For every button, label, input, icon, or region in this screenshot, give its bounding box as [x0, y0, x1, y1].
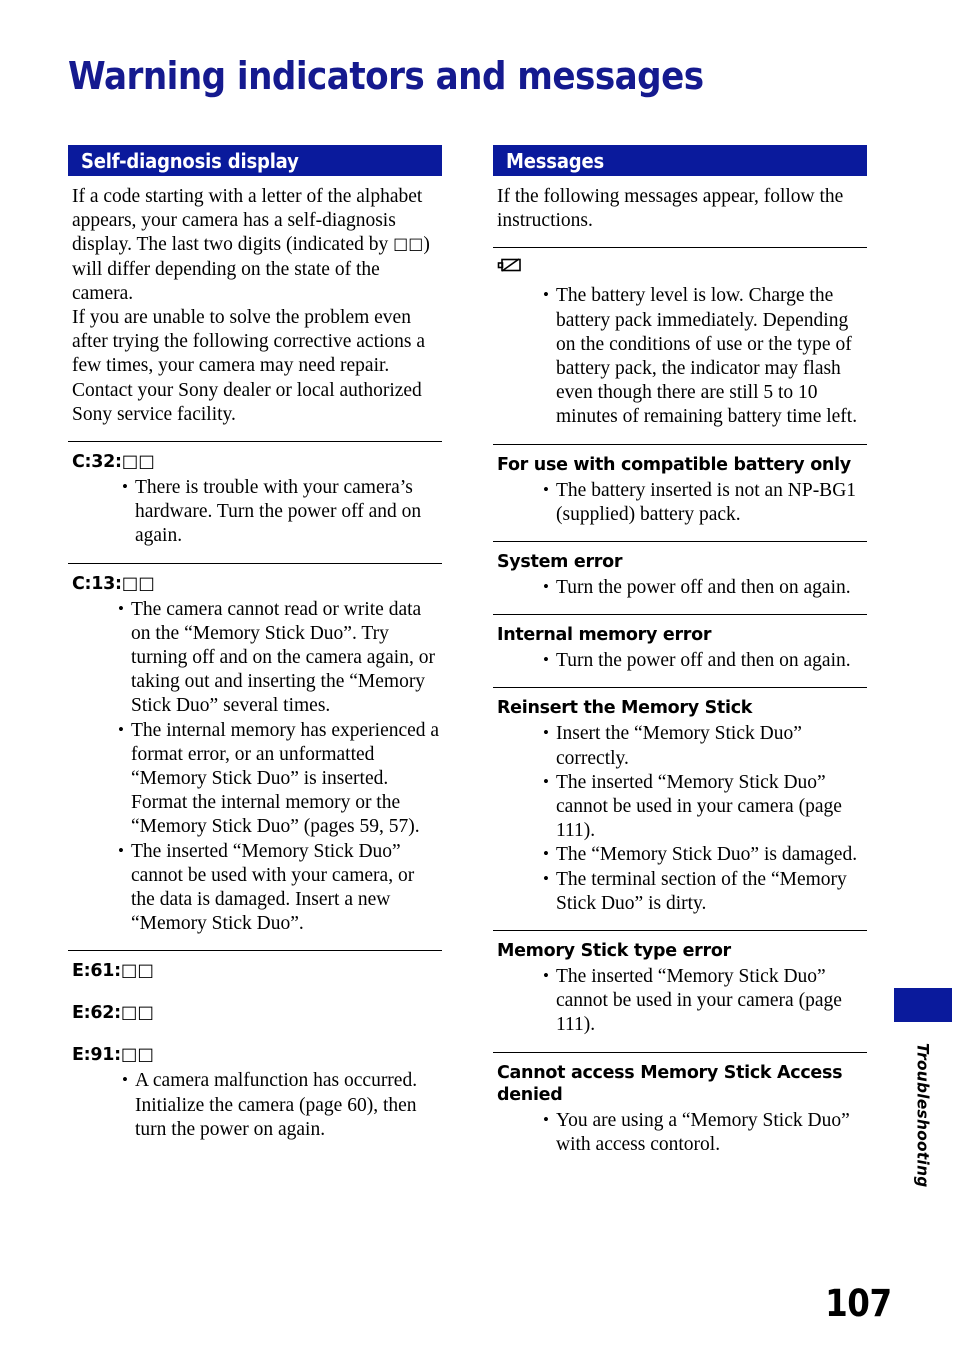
list-item: The battery inserted is not an NP-BG1 (s… [543, 478, 867, 527]
placeholder-boxes-icon: □□ [120, 961, 154, 982]
bullet-list-system-error: Turn the power off and then on again. [493, 575, 867, 600]
entry-code: E:91: [72, 1045, 121, 1066]
placeholder-boxes-icon: □□ [120, 1045, 154, 1066]
margin-tab-label: Troubleshooting [894, 1040, 952, 1195]
divider [68, 441, 442, 443]
left-column: Self-diagnosis display If a code startin… [68, 145, 442, 1142]
entry-heading-reinsert-memory-stick: Reinsert the Memory Stick [497, 698, 753, 719]
list-item: The battery level is low. Charge the bat… [543, 283, 867, 429]
divider [493, 247, 867, 249]
entry-heading-c13: C:13:□□ [72, 573, 442, 595]
divider [493, 443, 867, 445]
list-item: There is trouble with your camera’s hard… [122, 475, 442, 549]
list-item: The “Memory Stick Duo” is damaged. [543, 842, 867, 867]
section-header-label: Self-diagnosis display [81, 148, 299, 173]
divider [68, 562, 442, 564]
margin-tab-block [894, 988, 952, 1022]
entry-code: C:13: [72, 573, 122, 594]
entry-heading-low-battery [497, 257, 867, 281]
section-header-self-diagnosis: Self-diagnosis display [68, 145, 442, 176]
placeholder-boxes-icon: □□ [121, 573, 155, 594]
bullet-list-low-battery: The battery level is low. Charge the bat… [493, 283, 867, 429]
divider [493, 687, 867, 689]
divider [493, 1051, 867, 1053]
entry-heading-memory-stick-type-error: Memory Stick type error [497, 941, 731, 962]
entry-heading-e91: E:91:□□ [72, 1044, 442, 1066]
margin-tab-text: Troubleshooting [913, 1043, 933, 1188]
entry-heading-e62: E:62:□□ [72, 1002, 442, 1024]
entry-code: E:62: [72, 1003, 121, 1024]
page-number: 107 [825, 1282, 892, 1325]
entry-heading-c32: C:32:□□ [72, 451, 442, 473]
bullet-list-compatible-battery: The battery inserted is not an NP-BG1 (s… [493, 478, 867, 527]
entry-heading-cannot-access-memory-stick: Cannot access Memory Stick Access denied [497, 1062, 843, 1105]
right-column: Messages If the following messages appea… [493, 145, 867, 1157]
entry-heading-compatible-battery: For use with compatible battery only [497, 454, 851, 475]
entry-heading-system-error: System error [497, 552, 623, 573]
bullet-list-internal-memory-error: Turn the power off and then on again. [493, 648, 867, 673]
bullet-list-e91: A camera malfunction has occurred. Initi… [68, 1068, 442, 1142]
low-battery-icon [497, 257, 523, 278]
list-item: The terminal section of the “Memory Stic… [543, 867, 867, 916]
intro-paragraph-2: If you are unable to solve the problem e… [72, 307, 426, 425]
divider [493, 541, 867, 543]
intro-paragraph: If the following messages appear, follow… [497, 186, 844, 232]
section-header-label: Messages [506, 148, 605, 173]
page-title: Warning indicators and messages [68, 54, 704, 99]
bullet-list-reinsert-memory-stick: Insert the “Memory Stick Duo” correctly.… [493, 721, 867, 916]
list-item: Turn the power off and then on again. [543, 575, 867, 600]
list-item: Insert the “Memory Stick Duo” correctly. [543, 721, 867, 770]
list-item: The inserted “Memory Stick Duo” cannot b… [543, 964, 867, 1038]
entry-code: E:61: [72, 961, 121, 982]
entry-heading-internal-memory-error: Internal memory error [497, 625, 712, 646]
document-page: Warning indicators and messages Self-dia… [0, 0, 954, 1357]
bullet-list-c13: The camera cannot read or write data on … [68, 597, 442, 937]
messages-intro: If the following messages appear, follow… [497, 185, 867, 233]
list-item: The internal memory has experienced a fo… [118, 718, 442, 840]
list-item: Turn the power off and then on again. [543, 648, 867, 673]
list-item: The camera cannot read or write data on … [118, 597, 442, 719]
placeholder-boxes-icon: □□ [120, 1003, 154, 1024]
bullet-list-c32: There is trouble with your camera’s hard… [68, 475, 442, 549]
self-diagnosis-intro: If a code starting with a letter of the … [72, 185, 442, 427]
bullet-list-memory-stick-type-error: The inserted “Memory Stick Duo” cannot b… [493, 964, 867, 1038]
list-item: The inserted “Memory Stick Duo” cannot b… [118, 839, 442, 937]
entry-code: C:32: [72, 452, 122, 473]
placeholder-boxes-icon: □□ [121, 452, 155, 473]
divider [493, 930, 867, 932]
divider [493, 614, 867, 616]
entry-heading-e61: E:61:□□ [72, 960, 442, 982]
list-item: You are using a “Memory Stick Duo” with … [543, 1108, 867, 1157]
intro-paragraph-1-part1: If a code starting with a letter of the … [72, 186, 423, 256]
divider [68, 950, 442, 952]
list-item: The inserted “Memory Stick Duo” cannot b… [543, 770, 867, 844]
list-item: A camera malfunction has occurred. Initi… [122, 1068, 442, 1142]
intro-paragraph-1: If a code starting with a letter of the … [72, 185, 442, 306]
placeholder-boxes-icon: □□ [393, 234, 424, 254]
bullet-list-cannot-access-memory-stick: You are using a “Memory Stick Duo” with … [493, 1108, 867, 1157]
section-header-messages: Messages [493, 145, 867, 176]
